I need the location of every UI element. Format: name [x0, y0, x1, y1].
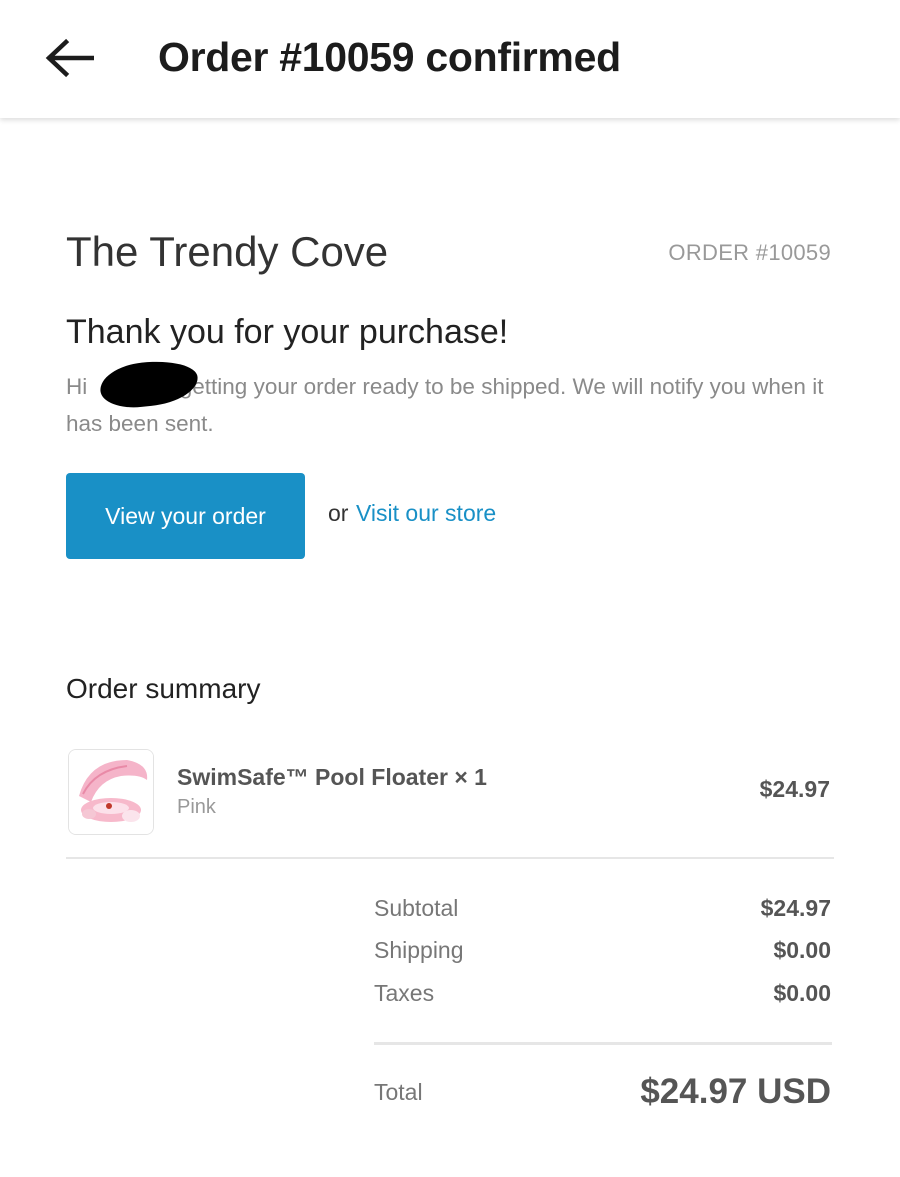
shipping-label: Shipping: [374, 937, 464, 963]
order-summary-title: Order summary: [66, 673, 261, 704]
total-label: Total: [374, 1079, 423, 1105]
product-thumbnail: [68, 749, 154, 835]
page-title: Order #10059 confirmed: [158, 34, 621, 80]
order-number: ORDER #10059: [668, 240, 831, 265]
pink-pool-float-image: [69, 750, 153, 834]
item-variant: Pink: [177, 796, 216, 818]
taxes-value: $0.00: [773, 980, 831, 1006]
shipping-value: $0.00: [773, 937, 831, 963]
subtotal-label: Subtotal: [374, 895, 459, 921]
back-button[interactable]: [38, 30, 100, 86]
or-text: or: [328, 500, 349, 526]
arrow-left-icon: [45, 38, 94, 78]
taxes-label: Taxes: [374, 980, 435, 1006]
item-title: SwimSafe™ Pool Floater × 1: [177, 764, 487, 790]
total-value: $24.97 USD: [640, 1072, 831, 1111]
thank-you-heading: Thank you for your purchase!: [66, 313, 509, 351]
subtotal-value: $24.97: [760, 895, 831, 921]
visit-store-link[interactable]: Visit our store: [356, 500, 496, 527]
view-order-button[interactable]: View your order: [66, 473, 305, 559]
item-price: $24.97: [759, 776, 830, 802]
total-divider: [374, 1042, 832, 1045]
app-bar: Order #10059 confirmed: [0, 0, 900, 118]
shop-name: The Trendy Cove: [66, 228, 389, 275]
greeting-start: Hi: [66, 374, 94, 399]
summary-divider: [66, 857, 834, 859]
